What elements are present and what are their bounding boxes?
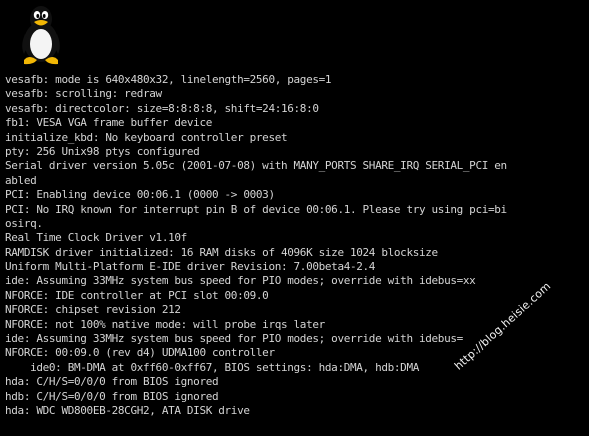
log-line: hda: C/H/S=0/0/0 from BIOS ignored [5,375,219,389]
log-line: abled [5,173,37,187]
tux-penguin-icon [22,6,60,65]
log-line: Serial driver version 5.05c (2001-07-08)… [5,159,507,173]
log-line: ide: Assuming 33MHz system bus speed for… [5,274,476,288]
log-line: Real Time Clock Driver v1.10f [5,231,187,245]
log-line: vesafb: directcolor: size=8:8:8:8, shift… [5,101,319,115]
log-line: PCI: No IRQ known for interrupt pin B of… [5,202,507,216]
log-line: hda: WDC WD800EB-28CGH2, ATA DISK drive [5,403,250,417]
log-line: PCI: Enabling device 00:06.1 (0000 -> 00… [5,188,275,202]
log-line: vesafb: mode is 640x480x32, linelength=2… [5,73,332,86]
log-line: initialize_kbd: No keyboard controller p… [5,130,288,144]
log-line: fb1: VESA VGA frame buffer device [5,116,212,130]
log-line: pty: 256 Unix98 ptys configured [5,144,200,158]
log-line: ide0: BM-DMA at 0xff60-0xff67, BIOS sett… [5,360,419,374]
log-line: NFORCE: chipset revision 212 [5,303,181,317]
log-line: NFORCE: 00:09.0 (rev d4) UDMA100 control… [5,346,275,360]
log-line: NFORCE: IDE controller at PCI slot 00:09… [5,288,269,302]
log-line: osirq. [5,216,43,230]
log-line: vesafb: scrolling: redraw [5,87,162,101]
log-line: Uniform Multi-Platform E-IDE driver Revi… [5,260,376,274]
log-line: hdb: C/H/S=0/0/0 from BIOS ignored [5,389,219,403]
log-line: RAMDISK driver initialized: 16 RAM disks… [5,245,438,259]
boot-console-screen: vesafb: mode is 640x480x32, linelength=2… [0,0,589,436]
kernel-boot-log: vesafb: mode is 640x480x32, linelength=2… [5,73,589,418]
